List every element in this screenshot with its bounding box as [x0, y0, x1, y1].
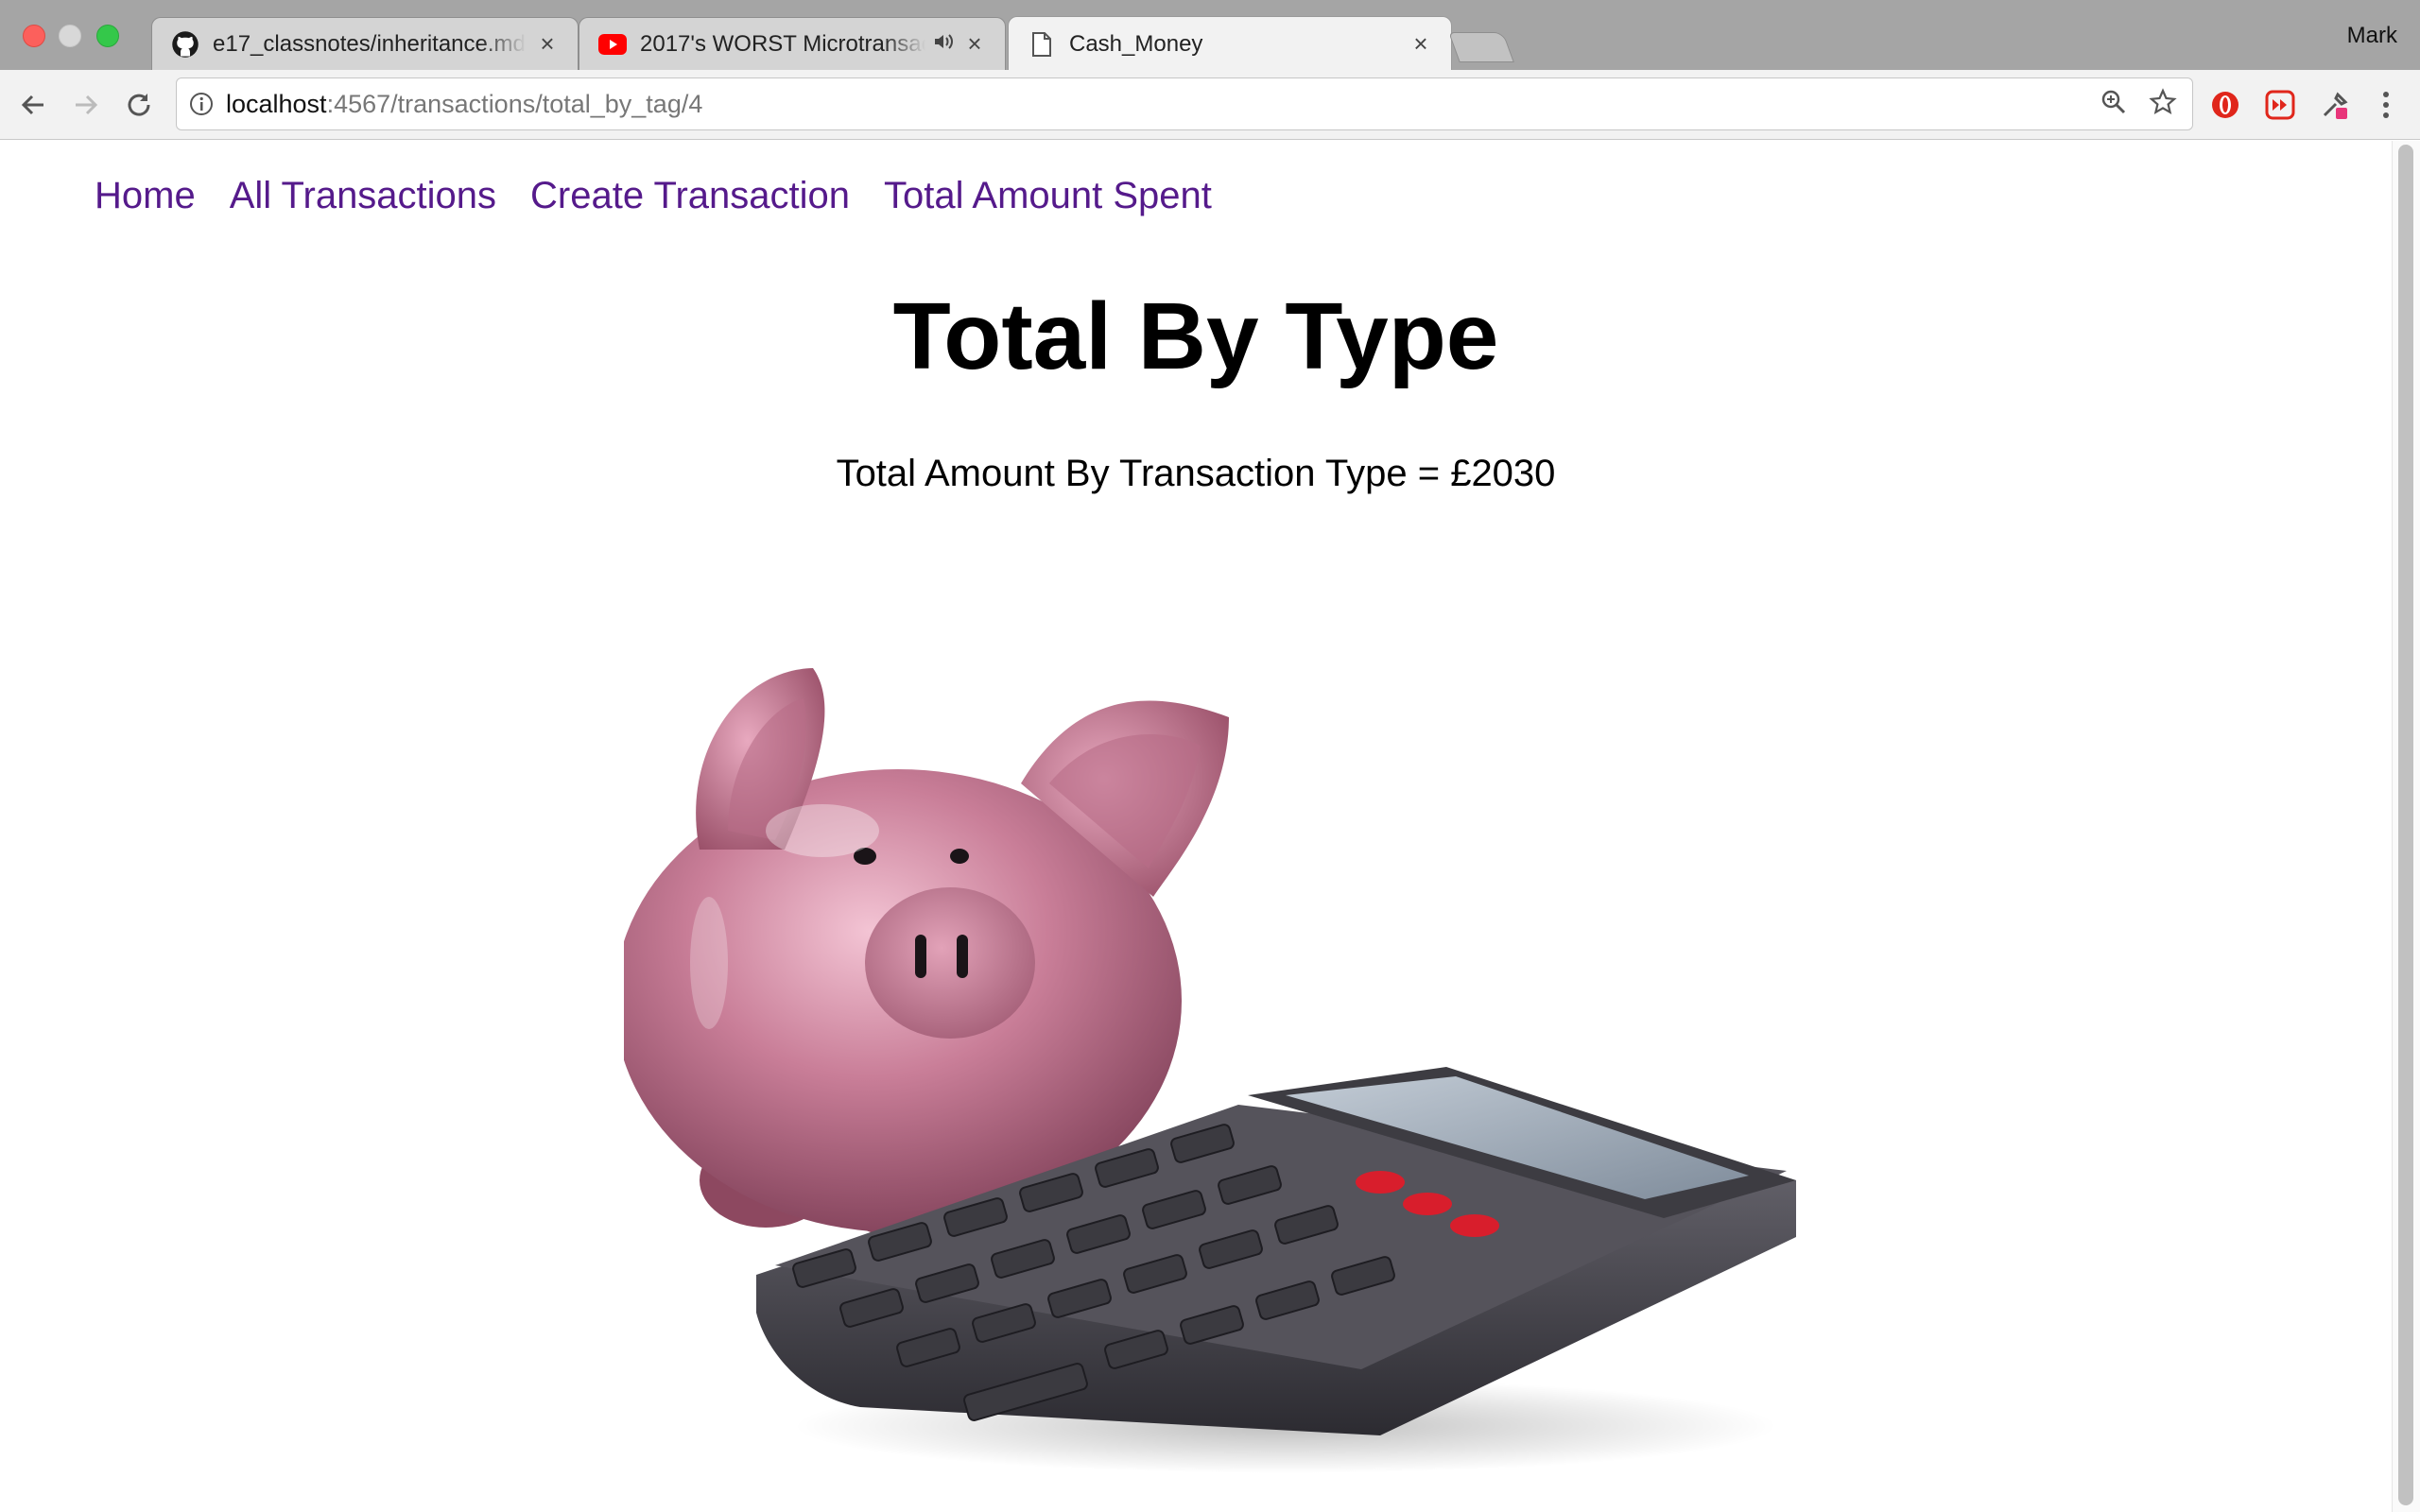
- nav-link-total-amount-spent[interactable]: Total Amount Spent: [884, 175, 1212, 217]
- opera-extension-icon[interactable]: [2208, 88, 2242, 122]
- nav-link-create-transaction[interactable]: Create Transaction: [530, 175, 850, 217]
- forward-button[interactable]: [68, 87, 104, 123]
- youtube-icon: [598, 30, 627, 59]
- pig-snout: [865, 887, 1035, 1039]
- minimize-window-button[interactable]: [59, 25, 81, 47]
- speaker-icon[interactable]: [933, 32, 954, 56]
- close-tab-icon[interactable]: ×: [536, 29, 559, 59]
- site-navigation: Home All Transactions Create Transaction…: [95, 175, 1212, 217]
- url-text: localhost:4567/transactions/total_by_tag…: [226, 89, 703, 118]
- reload-icon: [128, 94, 150, 116]
- page-icon: [1028, 30, 1056, 59]
- vertical-scrollbar[interactable]: [2392, 141, 2420, 1512]
- tab-strip: e17_classnotes/inheritance.md × 2017's W…: [0, 0, 2420, 71]
- tab-github[interactable]: e17_classnotes/inheritance.md ×: [151, 17, 579, 70]
- eyedropper-extension-icon[interactable]: [2318, 88, 2352, 122]
- close-tab-icon[interactable]: ×: [963, 29, 986, 59]
- reload-button[interactable]: [121, 87, 157, 123]
- zoom-icon[interactable]: [2100, 88, 2128, 121]
- browser-toolbar: localhost:4567/transactions/total_by_tag…: [0, 70, 2420, 140]
- page-title: Total By Type: [892, 284, 1499, 389]
- tab-title: 2017's WORST Microtransactions: [640, 30, 925, 57]
- piggy-bank-calculator-image: [624, 668, 1796, 1473]
- bookmark-star-icon[interactable]: [2149, 87, 2177, 121]
- tab-title: e17_classnotes/inheritance.md: [213, 30, 526, 57]
- video-speed-extension-icon[interactable]: [2263, 88, 2297, 122]
- menu-kebab-icon[interactable]: [2369, 88, 2403, 122]
- close-tab-icon[interactable]: ×: [1409, 29, 1432, 59]
- page-viewport: Home All Transactions Create Transaction…: [0, 141, 2420, 1512]
- nav-link-all-transactions[interactable]: All Transactions: [230, 175, 496, 217]
- tab-title: Cash_Money: [1069, 30, 1203, 57]
- pig-eye: [950, 849, 969, 864]
- github-icon: [171, 30, 199, 59]
- site-info-icon[interactable]: [188, 91, 215, 117]
- back-arrow-icon: [21, 94, 43, 115]
- back-button[interactable]: [15, 87, 51, 123]
- nav-link-home[interactable]: Home: [95, 175, 196, 217]
- forward-arrow-icon: [76, 94, 98, 115]
- zoom-window-button[interactable]: [96, 25, 119, 47]
- scrollbar-thumb[interactable]: [2398, 145, 2413, 1505]
- total-amount-text: Total Amount By Transaction Type = £2030: [836, 453, 1556, 494]
- profile-name[interactable]: Mark: [2347, 23, 2397, 49]
- new-tab-button[interactable]: [1448, 32, 1514, 62]
- address-bar[interactable]: localhost:4567/transactions/total_by_tag…: [176, 77, 2193, 130]
- close-window-button[interactable]: [23, 25, 45, 47]
- tab-cash-money[interactable]: Cash_Money ×: [1008, 16, 1452, 71]
- tab-youtube[interactable]: 2017's WORST Microtransactions ×: [579, 17, 1006, 70]
